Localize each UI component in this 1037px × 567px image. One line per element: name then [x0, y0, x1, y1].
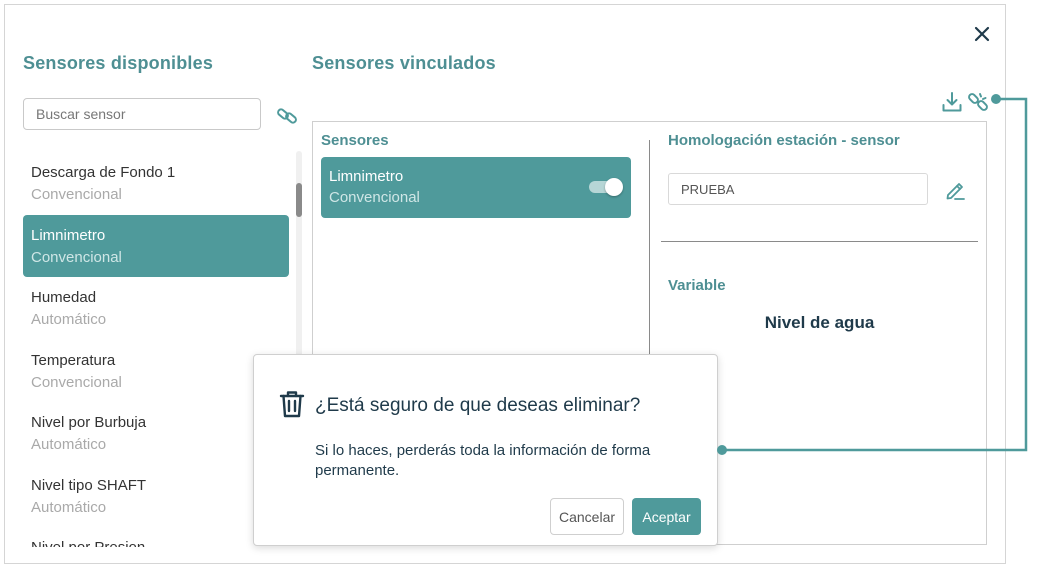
variable-title: Variable	[668, 277, 726, 294]
sensor-item-temperatura[interactable]: Temperatura Convencional	[23, 340, 289, 403]
sensor-item-nivel-por-burbuja[interactable]: Nivel por Burbuja Automático	[23, 402, 289, 465]
sensor-link-modal: Sensores disponibles Sensores vinculados…	[4, 4, 1006, 564]
download-button[interactable]	[939, 89, 965, 115]
cancel-button[interactable]: Cancelar	[550, 498, 624, 535]
linked-sensor-name: Limnimetro	[329, 168, 404, 185]
available-sensors-title: Sensores disponibles	[23, 53, 214, 73]
linked-sensor-toggle[interactable]	[589, 177, 623, 197]
sensor-item-humedad[interactable]: Humedad Automático	[23, 277, 289, 340]
unlink-icon	[968, 93, 988, 111]
sensor-type: Automático	[31, 498, 107, 516]
link-sensor-button[interactable]	[273, 103, 301, 129]
sensor-name: Limnimetro	[31, 226, 106, 244]
sensor-type: Automático	[31, 436, 107, 453]
dialog-title: ¿Está seguro de que deseas eliminar?	[315, 395, 641, 416]
close-button[interactable]	[967, 19, 997, 49]
sensor-type: Automático	[31, 311, 107, 328]
sensors-column-title: Sensores	[321, 132, 389, 149]
linked-sensors-title: Sensores vinculados	[312, 53, 496, 73]
sensor-name: Temperatura	[31, 351, 116, 369]
homologation-title: Homologación estación - sensor	[668, 132, 900, 149]
sensor-type: Convencional	[31, 248, 122, 266]
close-icon	[974, 26, 990, 42]
edit-homologation-button[interactable]	[941, 176, 969, 204]
section-divider	[661, 241, 978, 242]
sensor-item-nivel-por-presion[interactable]: Nivel por Presion	[23, 527, 289, 547]
pencil-icon	[946, 183, 965, 200]
sensor-name: Descarga de Fondo 1	[31, 164, 176, 181]
trash-icon	[279, 391, 305, 418]
sensor-item-limnimetro[interactable]: Limnimetro Convencional	[23, 214, 289, 277]
sensor-item-nivel-tipo-shaft[interactable]: Nivel tipo SHAFT Automático	[23, 465, 289, 528]
search-sensor-input[interactable]	[23, 98, 261, 130]
sensor-list-scroll-thumb[interactable]	[296, 183, 302, 217]
confirm-delete-dialog: ¿Está seguro de que deseas eliminar? Si …	[253, 354, 718, 546]
linked-sensor-card[interactable]: Limnimetro Convencional	[321, 157, 631, 218]
link-icon	[277, 108, 297, 124]
available-sensors-list: Descarga de Fondo 1 Convencional Limnime…	[23, 152, 289, 547]
sensor-name: Nivel tipo SHAFT	[31, 476, 147, 494]
sensor-type: Convencional	[31, 373, 122, 391]
sensor-name: Nivel por Burbuja	[31, 414, 147, 431]
homologation-input[interactable]	[668, 173, 928, 205]
download-icon	[942, 92, 962, 112]
dialog-message: Si lo haces, perderás toda la informació…	[315, 442, 651, 479]
linked-sensor-type: Convencional	[329, 189, 420, 206]
sensor-name: Nivel por Presion	[31, 537, 281, 547]
sensor-name: Humedad	[31, 289, 97, 306]
variable-value: Nivel de agua	[764, 313, 875, 332]
accept-button[interactable]: Aceptar	[632, 498, 701, 535]
toggle-knob	[605, 178, 623, 196]
column-divider	[649, 140, 650, 360]
sensor-type: Convencional	[31, 186, 122, 203]
sensor-item-descarga-de-fondo-1[interactable]: Descarga de Fondo 1 Convencional	[23, 152, 289, 215]
unlink-sensor-button[interactable]	[965, 89, 991, 115]
